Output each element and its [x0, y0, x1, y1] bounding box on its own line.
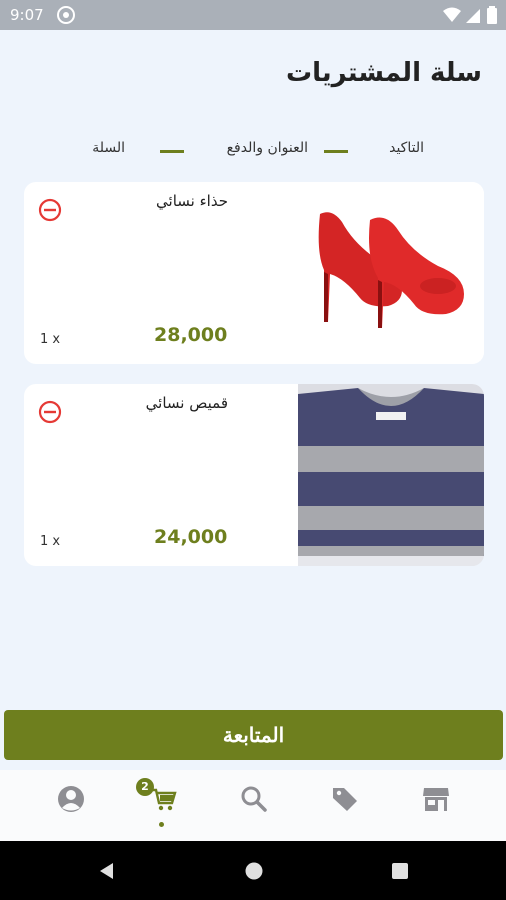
signal-icon [466, 9, 480, 23]
recents-icon[interactable] [390, 861, 410, 881]
cart-item-card: حذاء نسائي 28,000 1 x [24, 182, 484, 364]
status-bar: 9:07 [0, 0, 506, 30]
step-divider [324, 150, 348, 153]
store-icon[interactable] [421, 784, 451, 814]
red-heels-image [298, 182, 484, 364]
page-title: سلة المشتريات [285, 58, 482, 88]
search-icon[interactable] [239, 784, 269, 814]
step-cart: السلة [92, 140, 125, 156]
step-divider [160, 150, 184, 153]
battery-icon [487, 6, 497, 24]
back-icon[interactable] [97, 861, 117, 881]
home-icon[interactable] [244, 861, 264, 881]
remove-item-icon[interactable] [38, 198, 62, 222]
striped-sweater-image [298, 384, 484, 566]
continue-button[interactable]: المتابعة [4, 710, 503, 760]
item-price: 28,000 [154, 324, 228, 346]
wifi-icon [443, 7, 461, 22]
checkout-steps: التاكيد العنوان والدفع السلة [0, 140, 506, 160]
step-confirm: التاكيد [389, 140, 424, 156]
tag-icon[interactable] [330, 784, 360, 814]
remove-item-icon[interactable] [38, 400, 62, 424]
profile-icon[interactable] [56, 784, 86, 814]
notification-icon [57, 6, 75, 24]
bottom-nav: 2 [0, 770, 506, 841]
item-name: قميص نسائي [145, 394, 228, 412]
item-price: 24,000 [154, 526, 228, 548]
item-name: حذاء نسائي [156, 192, 228, 210]
active-indicator-dot [159, 822, 164, 827]
system-nav-bar [0, 841, 506, 900]
cart-count-badge: 2 [136, 778, 154, 796]
step-address-payment: العنوان والدفع [226, 140, 308, 156]
item-quantity: 1 x [40, 534, 61, 549]
cart-item-card: قميص نسائي 24,000 1 x [24, 384, 484, 566]
item-quantity: 1 x [40, 332, 61, 347]
status-time: 9:07 [10, 6, 44, 24]
